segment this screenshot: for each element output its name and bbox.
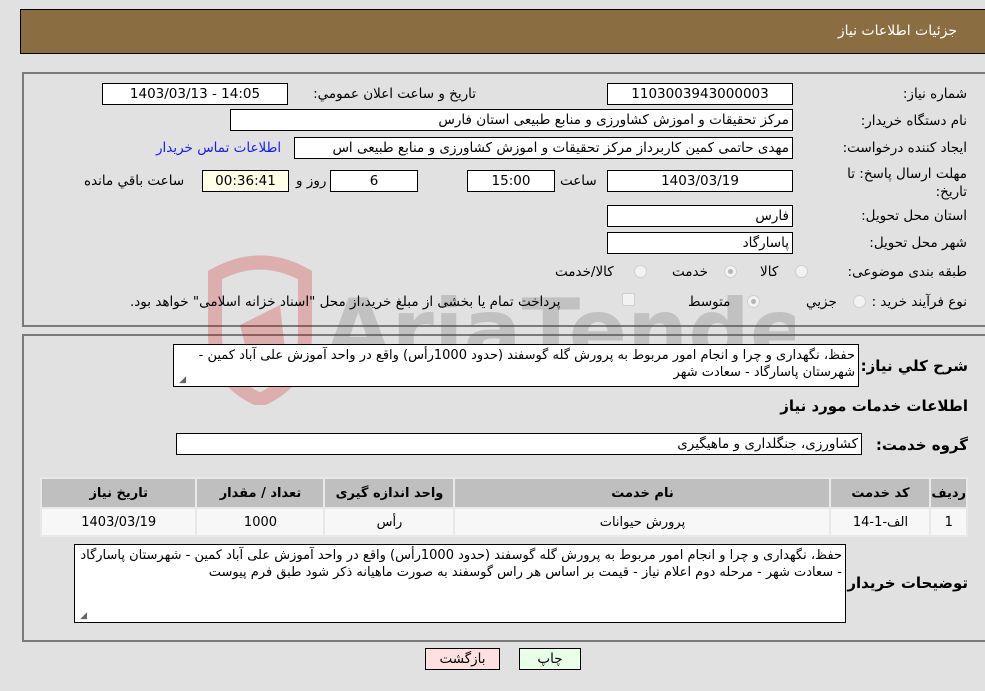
treasury-checkbox[interactable] <box>622 293 635 306</box>
col-header-service-code: کد خدمت <box>829 477 932 509</box>
category-label: طبقه بندی موضوعی: <box>847 264 967 280</box>
city-field[interactable]: پاسارگاد <box>607 232 793 254</box>
cell-service-name: پرورش حیوانات <box>453 507 832 537</box>
city-label: شهر محل تحویل: <box>869 235 967 251</box>
buyer-notes-textarea[interactable]: حفظ، نگهداری و چرا و انجام امور مربوط به… <box>74 544 846 623</box>
cell-service-code: الف-1-14 <box>829 507 932 537</box>
col-header-service-name: نام خدمت <box>453 477 832 509</box>
province-field[interactable]: فارس <box>607 205 793 227</box>
province-label: استان محل تحویل: <box>861 208 967 224</box>
treasury-checkbox-label: پرداخت تمام یا بخشی از مبلغ خرید،از محل … <box>130 294 561 310</box>
category-radio-goods[interactable] <box>795 265 808 278</box>
col-header-quantity: تعداد / مقدار <box>195 477 326 509</box>
purchase-type-option-minor: جزيي <box>806 294 837 310</box>
description-textarea[interactable]: حفظ، نگهداری و چرا و انجام امور مربوط به… <box>173 344 859 387</box>
buyer-contact-link[interactable]: اطلاعات تماس خریدار <box>156 140 281 156</box>
page-header: جزئیات اطلاعات نیاز <box>20 9 985 54</box>
need-number-field[interactable]: 1103003943000003 <box>607 83 793 105</box>
service-group-field[interactable]: کشاورزی، جنگلداری و ماهیگیری <box>176 433 862 455</box>
buyer-org-field[interactable]: مرکز تحقیقات و اموزش کشاورزی و منابع طبی… <box>230 109 793 131</box>
print-button[interactable]: چاپ <box>519 648 581 670</box>
deadline-label: مهلت ارسال پاسخ: تا تاریخ: <box>847 166 967 200</box>
purchase-type-radio-minor[interactable] <box>853 295 866 308</box>
purchase-type-label: نوع فرآیند خرید : <box>871 294 967 310</box>
services-section-title: اطلاعات خدمات مورد نیاز <box>780 397 968 415</box>
page-title: جزئیات اطلاعات نیاز <box>837 23 957 39</box>
announce-datetime-value: 1403/03/13 - 14:05 <box>129 86 261 102</box>
back-button[interactable]: بازگشت <box>425 648 500 670</box>
category-radio-goods-service[interactable] <box>634 265 647 278</box>
description-label: شرح کلي نیاز: <box>860 357 968 375</box>
cell-unit: رأس <box>323 507 456 537</box>
time-remaining-field: 00:36:41 <box>202 170 289 192</box>
category-option-goods-service: کالا/خدمت <box>555 264 614 280</box>
table-header-row: ردیف کد خدمت نام خدمت واحد اندازه گیری ت… <box>39 477 968 509</box>
buyer-org-label: نام دستگاه خریدار: <box>860 113 967 129</box>
buyer-notes-text: حفظ، نگهداری و چرا و انجام امور مربوط به… <box>80 548 842 580</box>
cell-need-date: 1403/03/19 <box>39 507 198 537</box>
category-option-service: خدمت <box>672 264 708 280</box>
resize-grip-icon[interactable]: ◢ <box>176 375 186 385</box>
col-header-unit: واحد اندازه گیری <box>323 477 456 509</box>
purchase-type-option-medium: متوسط <box>688 294 731 310</box>
col-header-need-date: تاریخ نیاز <box>39 477 198 509</box>
description-text: حفظ، نگهداری و چرا و انجام امور مربوط به… <box>198 348 855 380</box>
cell-row-number: 1 <box>929 507 968 537</box>
purchase-type-radio-medium[interactable] <box>747 295 760 308</box>
buyer-notes-label: توضیحات خریدار: <box>841 574 968 592</box>
table-row: 1 الف-1-14 پرورش حیوانات رأس 1000 1403/0… <box>39 507 968 537</box>
category-option-goods: کالا <box>760 264 779 280</box>
service-group-label: گروه خدمت: <box>875 436 968 454</box>
days-remaining-field[interactable]: 6 <box>330 170 418 192</box>
services-table: ردیف کد خدمت نام خدمت واحد اندازه گیری ت… <box>39 477 968 537</box>
time-remaining-label: ساعت باقي مانده <box>84 173 185 189</box>
deadline-time-field[interactable]: 15:00 <box>467 170 555 192</box>
announce-datetime-field[interactable]: 1403/03/13 - 14:05 <box>102 83 288 105</box>
col-header-row-number: ردیف <box>929 477 968 509</box>
requester-label: ایجاد کننده درخواست: <box>842 140 967 156</box>
deadline-date-field[interactable]: 1403/03/19 <box>607 170 793 192</box>
days-label: روز و <box>296 173 327 189</box>
resize-grip-icon[interactable]: ◢ <box>77 611 87 621</box>
deadline-time-label: ساعت <box>560 173 597 189</box>
cell-quantity: 1000 <box>195 507 326 537</box>
announce-datetime-label: تاریخ و ساعت اعلان عمومي: <box>313 86 476 102</box>
category-radio-service[interactable] <box>724 265 737 278</box>
requester-field[interactable]: مهدی حاتمی کمین کاربرداز مرکز تحقیقات و … <box>294 137 793 159</box>
need-number-label: شماره نیاز: <box>902 86 967 102</box>
